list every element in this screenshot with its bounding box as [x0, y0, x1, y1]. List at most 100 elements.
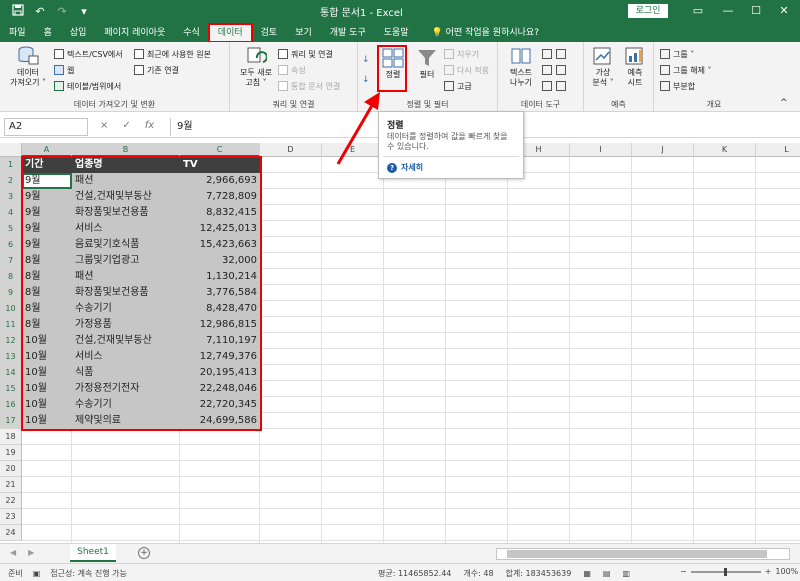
data-cell[interactable]: 8월: [22, 285, 72, 301]
row-header[interactable]: 4: [0, 205, 22, 221]
what-if-button[interactable]: 가상 분석 ˅: [588, 46, 618, 88]
data-cell[interactable]: 건설,건재및부동산: [72, 333, 180, 349]
worksheet-grid[interactable]: ABCDEFGHIJKL1234567891011121314151617181…: [0, 143, 800, 543]
from-table-button[interactable]: 테이블/범위에서: [54, 80, 121, 92]
data-cell[interactable]: 화장품및보건용품: [72, 285, 180, 301]
accessibility-status[interactable]: 접근성: 계속 진행 가능: [50, 568, 127, 579]
collapse-ribbon-icon[interactable]: ^: [780, 98, 788, 108]
data-cell[interactable]: 10월: [22, 397, 72, 413]
text-to-columns-button[interactable]: 텍스트 나누기: [504, 46, 538, 88]
data-cell[interactable]: 10월: [22, 349, 72, 365]
ungroup-button[interactable]: 그룹 해제 ˅: [660, 64, 712, 76]
data-cell[interactable]: 1,130,214: [180, 269, 260, 285]
horizontal-scrollbar[interactable]: [496, 548, 790, 560]
row-header[interactable]: 2: [0, 173, 22, 189]
data-cell[interactable]: 패션: [72, 269, 180, 285]
data-cell[interactable]: 9월: [22, 205, 72, 221]
column-header[interactable]: J: [632, 143, 694, 157]
normal-view-icon[interactable]: ▦: [583, 569, 591, 578]
data-cell[interactable]: 22,720,345: [180, 397, 260, 413]
subtotal-button[interactable]: 부분합: [660, 80, 695, 92]
column-header[interactable]: L: [756, 143, 800, 157]
data-cell[interactable]: 8월: [22, 301, 72, 317]
data-cell[interactable]: 2,966,693: [180, 173, 260, 189]
tab-2[interactable]: 삽입: [61, 24, 96, 42]
data-cell[interactable]: 10월: [22, 365, 72, 381]
from-text-csv-button[interactable]: 텍스트/CSV에서: [54, 48, 123, 60]
row-header[interactable]: 8: [0, 269, 22, 285]
minimize-icon[interactable]: —: [714, 0, 742, 22]
tell-me-search[interactable]: 💡 어떤 작업을 원하시나요?: [418, 24, 539, 42]
tab-6[interactable]: 검토: [252, 24, 287, 42]
zoom-slider[interactable]: [690, 567, 761, 576]
data-cell[interactable]: 건설,건재및부동산: [72, 189, 180, 205]
select-all-corner[interactable]: [0, 143, 22, 157]
tab-3[interactable]: 페이지 레이아웃: [95, 24, 174, 42]
data-cell[interactable]: 12,986,815: [180, 317, 260, 333]
row-header[interactable]: 10: [0, 301, 22, 317]
row-header[interactable]: 6: [0, 237, 22, 253]
data-cell[interactable]: 7,728,809: [180, 189, 260, 205]
data-cell[interactable]: 그룹및기업광고: [72, 253, 180, 269]
row-header[interactable]: 16: [0, 397, 22, 413]
data-cell[interactable]: 9월: [22, 221, 72, 237]
row-header[interactable]: 14: [0, 365, 22, 381]
data-cell[interactable]: 수송기기: [72, 301, 180, 317]
column-header[interactable]: I: [570, 143, 632, 157]
group-button[interactable]: 그룹 ˅: [660, 48, 694, 60]
data-cell[interactable]: 가정용전기전자: [72, 381, 180, 397]
tell-me-more-link[interactable]: ? 자세히: [387, 162, 423, 173]
properties-button[interactable]: 속성: [278, 64, 306, 76]
zoom-in-icon[interactable]: +: [765, 567, 772, 576]
data-cell[interactable]: 8월: [22, 317, 72, 333]
row-header[interactable]: 20: [0, 461, 22, 477]
row-header[interactable]: 21: [0, 477, 22, 493]
data-cell[interactable]: 32,000: [180, 253, 260, 269]
column-header[interactable]: C: [180, 143, 260, 157]
data-cell[interactable]: 서비스: [72, 221, 180, 237]
reapply-button[interactable]: 다시 적용: [444, 64, 489, 76]
data-cell[interactable]: 7,110,197: [180, 333, 260, 349]
data-cell[interactable]: 9월: [22, 173, 72, 189]
data-cell[interactable]: 수송기기: [72, 397, 180, 413]
data-cell[interactable]: 8월: [22, 269, 72, 285]
data-cell[interactable]: 가정용품: [72, 317, 180, 333]
remove-duplicates-icon[interactable]: [556, 48, 566, 60]
data-validation-icon[interactable]: [542, 64, 552, 76]
login-button[interactable]: 로그인: [628, 4, 668, 18]
close-icon[interactable]: ✕: [770, 0, 798, 22]
data-cell[interactable]: 9월: [22, 237, 72, 253]
enter-icon[interactable]: ✓: [122, 120, 130, 131]
sort-descending-icon[interactable]: ↓: [362, 74, 370, 86]
row-header[interactable]: 11: [0, 317, 22, 333]
row-header[interactable]: 12: [0, 333, 22, 349]
data-cell[interactable]: 15,423,663: [180, 237, 260, 253]
page-break-icon[interactable]: ▥: [622, 569, 630, 578]
flash-fill-icon[interactable]: [542, 48, 552, 60]
row-header[interactable]: 3: [0, 189, 22, 205]
from-web-button[interactable]: 웹: [54, 64, 74, 76]
row-header[interactable]: 23: [0, 509, 22, 525]
row-header[interactable]: 17: [0, 413, 22, 429]
data-cell[interactable]: 서비스: [72, 349, 180, 365]
row-header[interactable]: 13: [0, 349, 22, 365]
data-cell[interactable]: 10월: [22, 333, 72, 349]
queries-connections-button[interactable]: 쿼리 및 연결: [278, 48, 333, 60]
row-header[interactable]: 5: [0, 221, 22, 237]
add-sheet-icon[interactable]: +: [138, 547, 150, 559]
data-cell[interactable]: 식품: [72, 365, 180, 381]
data-cell[interactable]: 음료및기호식품: [72, 237, 180, 253]
data-cell[interactable]: 20,195,413: [180, 365, 260, 381]
data-cell[interactable]: 24,699,586: [180, 413, 260, 429]
tab-1[interactable]: 홈: [35, 24, 61, 42]
data-cell[interactable]: 10월: [22, 381, 72, 397]
clear-button[interactable]: 지우기: [444, 48, 479, 60]
consolidate-icon[interactable]: [556, 64, 566, 76]
advanced-button[interactable]: 고급: [444, 80, 472, 92]
cancel-icon[interactable]: ×: [100, 120, 108, 131]
tab-4[interactable]: 수식: [174, 24, 209, 42]
data-cell[interactable]: 3,776,584: [180, 285, 260, 301]
data-model-icon[interactable]: [556, 80, 566, 92]
filter-button[interactable]: 필터: [414, 48, 440, 80]
page-layout-icon[interactable]: ▤: [603, 569, 611, 578]
